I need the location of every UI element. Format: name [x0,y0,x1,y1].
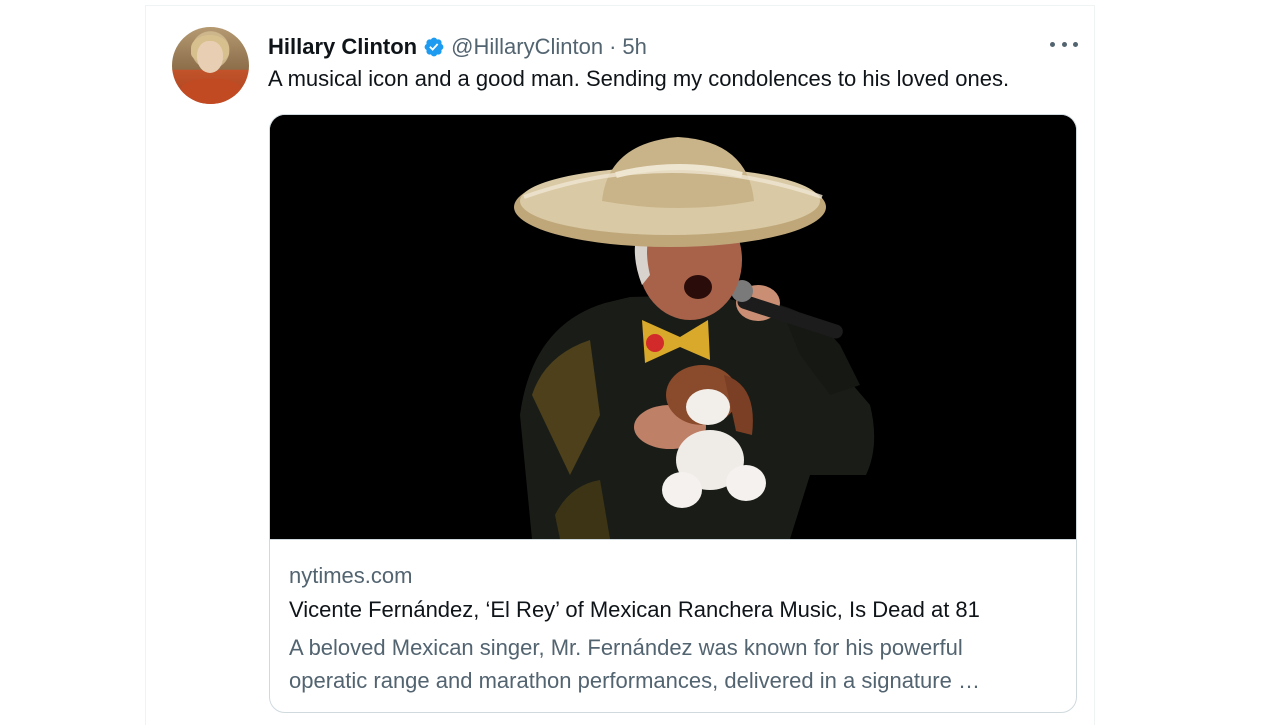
more-dot [1073,41,1078,47]
link-card[interactable]: nytimes.com Vicente Fernández, ‘El Rey’ … [269,114,1077,713]
card-description-line-2: operatic range and marathon performances… [289,668,980,693]
card-domain: nytimes.com [289,563,413,588]
tweet[interactable]: Hillary Clinton @HillaryClinton · 5h A m… [146,6,1094,725]
more-options-icon[interactable] [1050,32,1078,56]
verified-badge-icon [423,36,445,58]
tweet-text: A musical icon and a good man. Sending m… [268,66,1010,91]
author-handle[interactable]: @HillaryClinton [451,34,603,60]
card-image[interactable] [270,115,1076,539]
avatar[interactable] [172,27,249,104]
tweet-header: Hillary Clinton @HillaryClinton · 5h [268,34,647,60]
more-dot [1050,41,1055,47]
card-description: A beloved Mexican singer, Mr. Fernández … [289,631,1059,697]
avatar-coat [180,79,242,104]
avatar-face [197,41,223,73]
timeline-column: Hillary Clinton @HillaryClinton · 5h A m… [145,5,1095,725]
more-dot [1061,41,1067,47]
card-title: Vicente Fernández, ‘El Rey’ of Mexican R… [289,597,980,622]
separator-dot: · [609,34,617,59]
tweet-timestamp[interactable]: 5h [622,34,646,60]
card-body[interactable]: nytimes.com Vicente Fernández, ‘El Rey’ … [270,539,1076,712]
singer-photo [270,115,1076,539]
author-name[interactable]: Hillary Clinton [268,34,417,60]
card-description-line-1: A beloved Mexican singer, Mr. Fernández … [289,635,963,660]
